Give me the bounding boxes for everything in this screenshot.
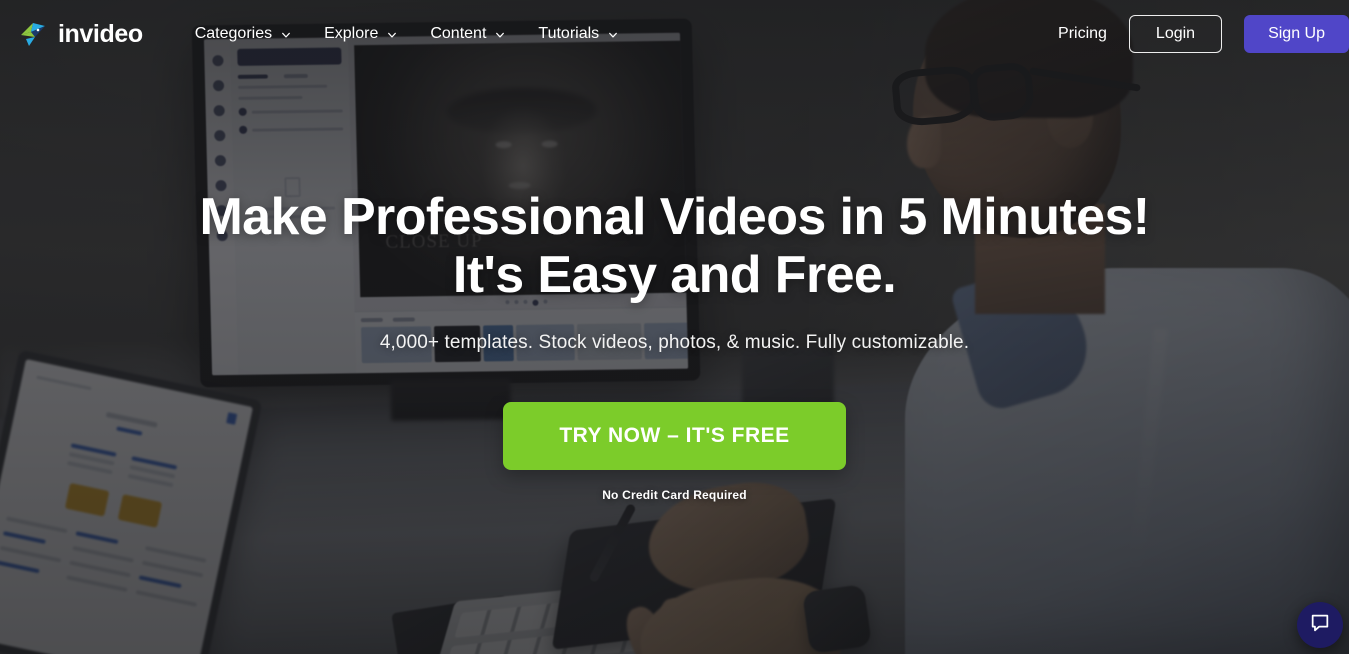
- chevron-down-icon: [495, 30, 505, 39]
- nav-item-content[interactable]: Content: [430, 25, 505, 43]
- headline-line-2: It's Easy and Free.: [452, 246, 897, 305]
- nav-item-label: Tutorials: [538, 25, 600, 42]
- chevron-down-icon: [281, 30, 291, 39]
- header-actions: Pricing Login Sign Up: [1036, 15, 1349, 53]
- login-button[interactable]: Login: [1128, 15, 1223, 53]
- nav-item-label: Content: [430, 25, 487, 42]
- nav-item-label: Categories: [194, 25, 273, 42]
- brand-name: invideo: [58, 19, 143, 48]
- no-credit-card-note: No Credit Card Required: [602, 488, 747, 503]
- try-now-button[interactable]: TRY NOW – IT'S FREE: [503, 402, 846, 471]
- nav-item-categories[interactable]: Categories: [194, 25, 291, 43]
- site-header: invideo Categories Explore Content Tutor…: [0, 0, 1349, 68]
- chevron-down-icon: [608, 30, 618, 39]
- brand-logo[interactable]: invideo: [18, 19, 143, 49]
- chat-bubble-icon: [1309, 612, 1331, 639]
- hero-subheadline: 4,000+ templates. Stock videos, photos, …: [379, 332, 970, 354]
- signup-button[interactable]: Sign Up: [1244, 15, 1349, 53]
- nav-item-tutorials[interactable]: Tutorials: [538, 25, 618, 43]
- headline-line-1: Make Professional Videos in 5 Minutes!: [199, 188, 1150, 246]
- hero-cta-group: TRY NOW – IT'S FREE No Credit Card Requi…: [0, 402, 1349, 502]
- nav-item-label: Explore: [324, 25, 379, 42]
- nav-link-pricing[interactable]: Pricing: [1036, 25, 1129, 43]
- invideo-play-bird-logo-icon: [18, 19, 48, 49]
- main-nav: Categories Explore Content Tutorials: [194, 25, 618, 43]
- nav-item-explore[interactable]: Explore: [324, 25, 397, 43]
- page-title: Make Professional Videos in 5 Minutes! I…: [0, 188, 1349, 304]
- hero-section: Make Professional Videos in 5 Minutes! I…: [0, 188, 1349, 502]
- page-root: CLOSE UP: [0, 0, 1349, 654]
- chat-widget-button[interactable]: [1297, 602, 1343, 648]
- chevron-down-icon: [387, 30, 397, 39]
